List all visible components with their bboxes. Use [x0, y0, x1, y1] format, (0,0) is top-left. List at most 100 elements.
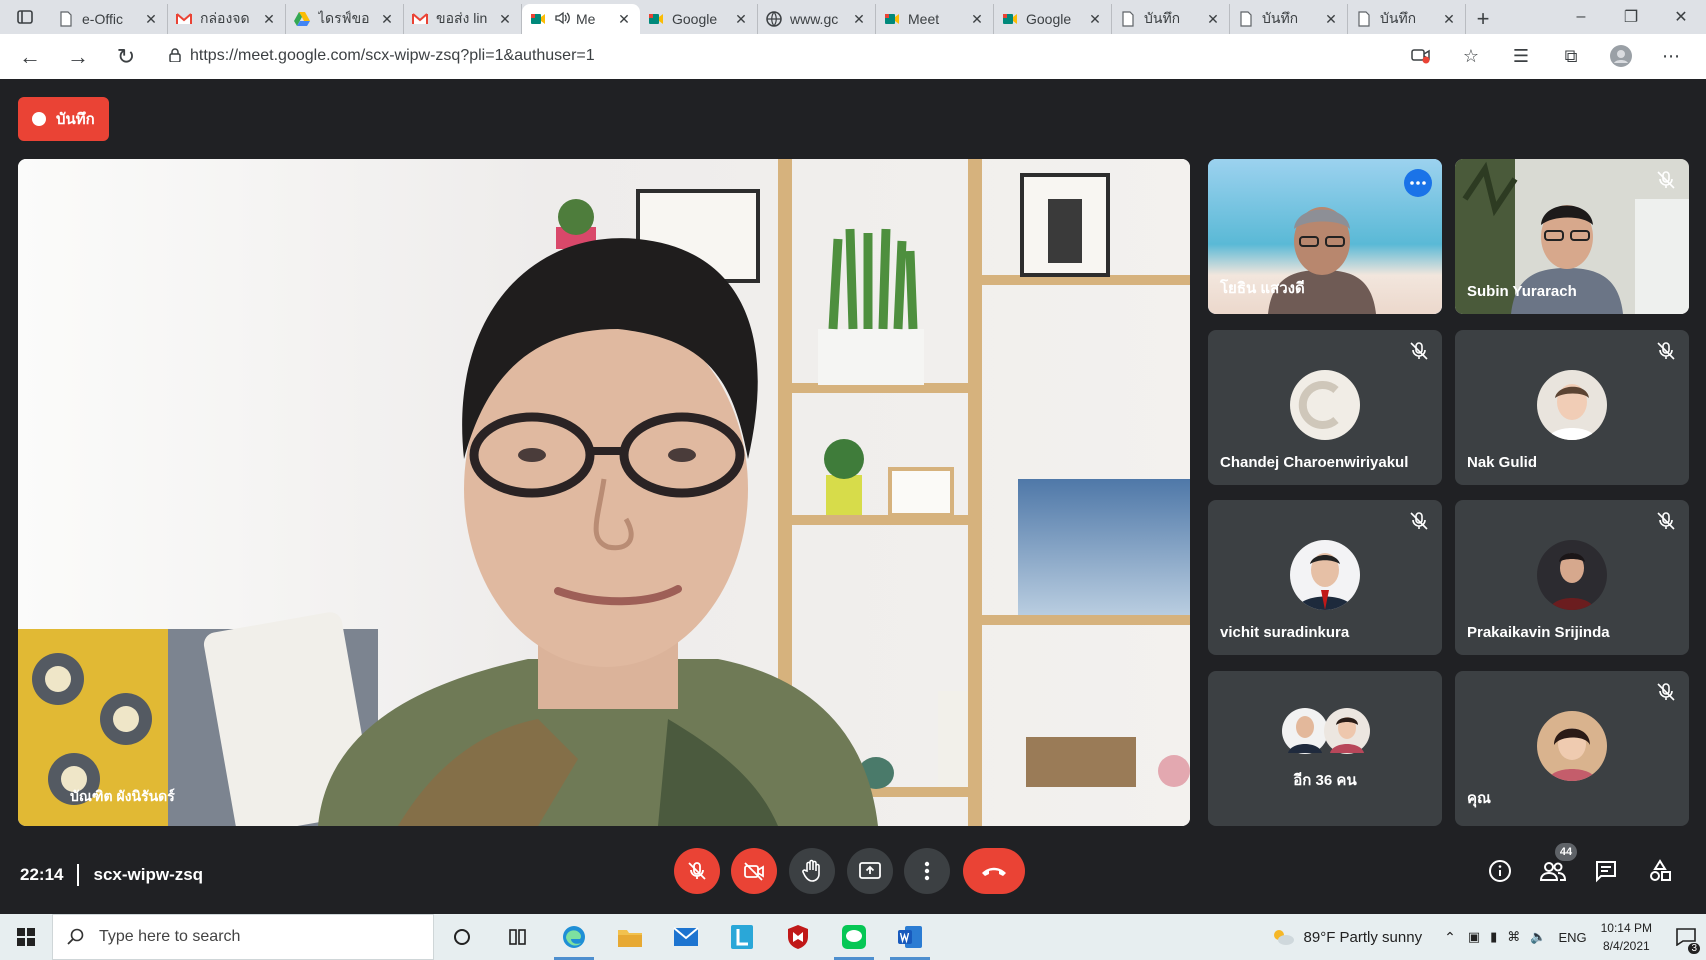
l-app-icon[interactable] — [714, 914, 770, 960]
task-view-icon[interactable] — [490, 914, 546, 960]
participant-tile[interactable]: โยธิน แสวงดี — [1208, 159, 1442, 314]
tab-audio-icon[interactable] — [554, 10, 570, 29]
minimize-icon[interactable]: – — [1556, 0, 1606, 34]
line-app-icon[interactable] — [826, 914, 882, 960]
participant-tile[interactable]: Subin Yurarach — [1455, 159, 1689, 314]
lock-icon[interactable] — [160, 47, 190, 65]
meet-tray-icon[interactable]: ▣ — [1468, 929, 1480, 945]
cortana-icon[interactable] — [434, 914, 490, 960]
collections-icon[interactable]: ⧉ — [1546, 38, 1596, 74]
close-window-icon[interactable]: ✕ — [1656, 0, 1706, 34]
tab-close-icon[interactable]: ✕ — [379, 11, 395, 28]
windows-taskbar: Type here to search 89°F Partly sunny ⌃ … — [0, 914, 1706, 960]
participant-tile[interactable]: vichit suradinkura — [1208, 500, 1442, 655]
record-label: บันทึก — [56, 111, 95, 128]
participant-tile[interactable]: Nak Gulid — [1455, 330, 1689, 485]
tab-close-icon[interactable]: ✕ — [497, 11, 513, 28]
camera-blocked-icon[interactable] — [1396, 38, 1446, 74]
word-app-icon[interactable] — [882, 914, 938, 960]
tab-close-icon[interactable]: ✕ — [1441, 11, 1457, 28]
avatar — [1537, 711, 1607, 781]
avatar — [1290, 370, 1360, 440]
mcafee-icon[interactable] — [770, 914, 826, 960]
participant-name: คุณ — [1467, 790, 1491, 807]
back-icon[interactable]: ← — [6, 37, 54, 77]
url-text: https://meet.google.com/scx-wipw-zsq?pli… — [190, 47, 595, 64]
favorites-icon[interactable]: ☰ — [1496, 38, 1546, 74]
browser-tab[interactable]: ขอส่ง lin ✕ — [404, 4, 522, 34]
meet-area: บันทึก บัณฑิต ผังนิรันดร์ โยธิน แสวงดี S… — [0, 79, 1706, 914]
browser-tab[interactable]: บันทึก ✕ — [1348, 4, 1466, 34]
battery-icon[interactable]: ▮ — [1490, 929, 1497, 945]
present-screen-button[interactable] — [847, 848, 893, 894]
wifi-icon[interactable]: ⌘ — [1507, 929, 1520, 945]
tile-options-icon[interactable] — [1404, 169, 1432, 197]
weather-text[interactable]: 89°F Partly sunny — [1304, 929, 1423, 946]
meeting-info-button[interactable] — [1480, 851, 1520, 891]
participant-tile[interactable]: Chandej Charoenwiriyakul — [1208, 330, 1442, 485]
add-favorite-icon[interactable]: ☆ — [1446, 38, 1496, 74]
browser-tab[interactable]: Google ✕ — [640, 4, 758, 34]
taskbar-search-box[interactable]: Type here to search — [52, 914, 434, 960]
browser-tab[interactable]: บันทึก ✕ — [1230, 4, 1348, 34]
more-options-button[interactable] — [904, 848, 950, 894]
mic-off-button[interactable] — [674, 848, 720, 894]
edge-browser-icon[interactable] — [546, 914, 602, 960]
camera-off-button[interactable] — [731, 848, 777, 894]
forward-icon[interactable]: → — [54, 37, 102, 77]
participant-name: Subin Yurarach — [1467, 283, 1577, 300]
tab-close-icon[interactable]: ✕ — [969, 11, 985, 28]
main-speaker-name: บัณฑิต ผังนิรันดร์ — [70, 788, 175, 804]
participant-tile[interactable]: อีก 36 คน — [1208, 671, 1442, 826]
tab-close-icon[interactable]: ✕ — [733, 11, 749, 28]
browser-tab[interactable]: บันทึก ✕ — [1112, 4, 1230, 34]
file-icon — [1120, 11, 1136, 27]
tab-actions-icon[interactable] — [0, 0, 50, 34]
main-speaker-video[interactable]: บัณฑิต ผังนิรันดร์ — [18, 159, 1190, 826]
meet-icon — [648, 11, 664, 27]
browser-tab[interactable]: Me ✕ — [522, 4, 640, 34]
reload-icon[interactable]: ↻ — [102, 37, 150, 77]
new-tab-button[interactable]: + — [1466, 4, 1500, 34]
windows-start-icon[interactable] — [0, 914, 52, 960]
browser-tab[interactable]: Google ✕ — [994, 4, 1112, 34]
show-hidden-icons[interactable]: ⌃ — [1444, 929, 1456, 946]
tab-close-icon[interactable]: ✕ — [1205, 11, 1221, 28]
mail-icon[interactable] — [658, 914, 714, 960]
more-menu-icon[interactable]: ⋯ — [1646, 38, 1696, 74]
taskbar-clock[interactable]: 10:14 PM 8/4/2021 — [1601, 919, 1652, 955]
participant-tile[interactable]: Prakaikavin Srijinda — [1455, 500, 1689, 655]
muted-mic-icon — [1655, 340, 1677, 362]
volume-icon[interactable]: 🔈 — [1530, 929, 1546, 945]
record-button[interactable]: บันทึก — [18, 97, 109, 141]
chat-button[interactable] — [1586, 851, 1626, 891]
profile-icon[interactable] — [1596, 38, 1646, 74]
language-indicator[interactable]: ENG — [1558, 930, 1586, 945]
tab-title: ไดรฟ์ขอ — [318, 10, 370, 26]
participant-tile[interactable]: คุณ — [1455, 671, 1689, 826]
participants-button[interactable]: 44 — [1533, 843, 1577, 891]
browser-tab[interactable]: ไดรฟ์ขอ ✕ — [286, 4, 404, 34]
restore-icon[interactable]: ❐ — [1606, 0, 1656, 34]
tab-close-icon[interactable]: ✕ — [1323, 11, 1339, 28]
browser-tab[interactable]: กล่องจด ✕ — [168, 4, 286, 34]
notification-center-icon[interactable]: 3 — [1666, 914, 1706, 960]
activities-button[interactable] — [1640, 851, 1680, 891]
tab-close-icon[interactable]: ✕ — [143, 11, 159, 28]
divider — [77, 864, 80, 886]
browser-tab[interactable]: Meet ✕ — [876, 4, 994, 34]
tab-close-icon[interactable]: ✕ — [851, 11, 867, 28]
participant-name: อีก 36 คน — [1293, 772, 1357, 789]
tab-close-icon[interactable]: ✕ — [261, 11, 277, 28]
browser-tab[interactable]: www.gc ✕ — [758, 4, 876, 34]
tab-close-icon[interactable]: ✕ — [1087, 11, 1103, 28]
meet-icon — [884, 11, 900, 27]
leave-call-button[interactable] — [963, 848, 1025, 894]
camera-off-icon — [744, 862, 764, 881]
browser-tab[interactable]: e-Offic ✕ — [50, 4, 168, 34]
file-explorer-icon[interactable] — [602, 914, 658, 960]
weather-partly-sunny-icon[interactable] — [1270, 927, 1296, 947]
url-field[interactable]: https://meet.google.com/scx-wipw-zsq?pli… — [160, 39, 1400, 73]
raise-hand-button[interactable] — [789, 848, 835, 894]
tab-close-icon[interactable]: ✕ — [616, 11, 632, 28]
